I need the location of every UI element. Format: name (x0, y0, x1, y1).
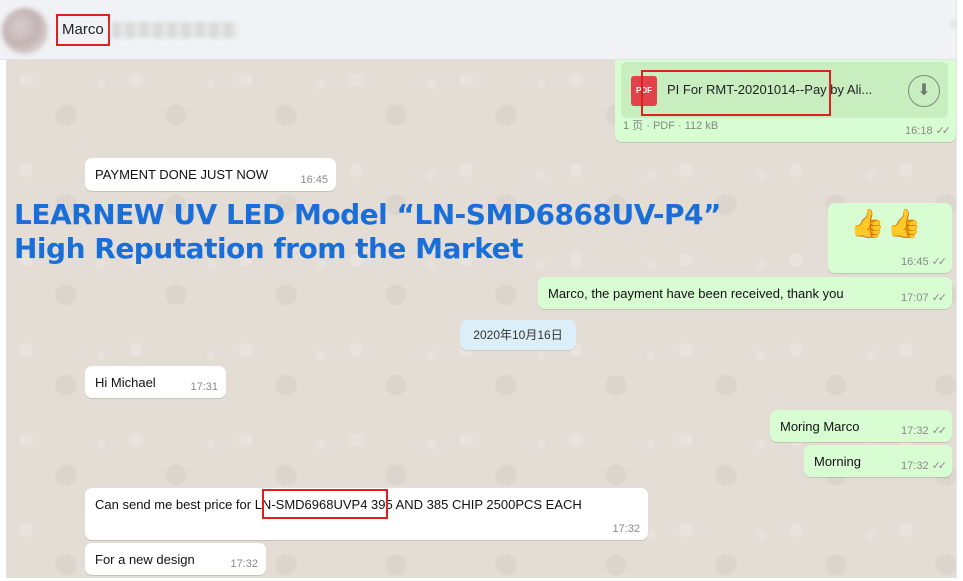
read-ticks-icon: ✓✓ (935, 125, 952, 137)
read-ticks-icon: ✓✓ (931, 425, 948, 437)
message-time: 17:32 ✓✓ (901, 425, 948, 437)
message-bubble[interactable]: Moring Marco 17:32 ✓✓ (770, 410, 952, 442)
message-text: PAYMENT DONE JUST NOW (95, 167, 269, 182)
chat-header: Marco (0, 0, 963, 60)
thumbs-up-icon: 👍👍 (850, 207, 924, 240)
message-bubble[interactable]: PAYMENT DONE JUST NOW 16:45 (85, 158, 336, 191)
message-time: 17:31 (190, 381, 218, 393)
message-bubble[interactable]: Marco, the payment have been received, t… (538, 277, 952, 309)
read-ticks-icon: ✓✓ (931, 460, 948, 472)
message-time: 16:18 ✓✓ (905, 125, 952, 137)
message-time: 17:32 ✓✓ (901, 460, 948, 472)
chat-area: PDF PI For RMT-20201014--Pay by Ali... ⬇… (6, 60, 956, 578)
message-bubble[interactable]: For a new design 17:32 (85, 543, 266, 575)
message-time: 17:07 ✓✓ (901, 292, 948, 304)
overlay-headline: LEARNEW UV LED Model “LN-SMD6868UV-P4” H… (14, 198, 721, 266)
message-bubble[interactable]: 👍👍 16:45 ✓✓ (828, 203, 952, 273)
message-text: Hi Michael (95, 375, 156, 390)
message-bubble[interactable]: Hi Michael 17:31 (85, 366, 226, 398)
message-text: Morning (814, 454, 861, 469)
date-separator: 2020年10月16日 (460, 320, 576, 350)
message-text: Marco, the payment have been received, t… (548, 286, 844, 301)
headline-line-2: High Reputation from the Market (14, 232, 523, 265)
message-time: 17:32 (612, 523, 640, 535)
message-time: 16:45 (300, 174, 328, 186)
file-meta: 1 页 · PDF · 112 kB (623, 120, 719, 132)
file-attachment[interactable]: PDF PI For RMT-20201014--Pay by Ali... ⬇ (621, 62, 948, 118)
headline-line-1: LEARNEW UV LED Model “LN-SMD6868UV-P4” (14, 198, 721, 231)
file-highlight-box (641, 70, 831, 116)
read-ticks-icon: ✓✓ (931, 256, 948, 268)
redacted-name (112, 22, 238, 38)
contact-name[interactable]: Marco (56, 14, 110, 46)
file-message[interactable]: PDF PI For RMT-20201014--Pay by Ali... ⬇… (615, 60, 956, 142)
message-time: 16:45 ✓✓ (901, 256, 948, 268)
message-text: For a new design (95, 552, 195, 567)
message-bubble[interactable]: Morning 17:32 ✓✓ (804, 445, 952, 477)
message-time: 17:32 (230, 558, 258, 570)
message-text: Moring Marco (780, 419, 860, 434)
download-icon[interactable]: ⬇ (908, 75, 940, 107)
avatar[interactable] (2, 8, 48, 54)
model-highlight-box (262, 489, 388, 519)
window-right-edge (956, 0, 963, 581)
read-ticks-icon: ✓✓ (931, 292, 948, 304)
